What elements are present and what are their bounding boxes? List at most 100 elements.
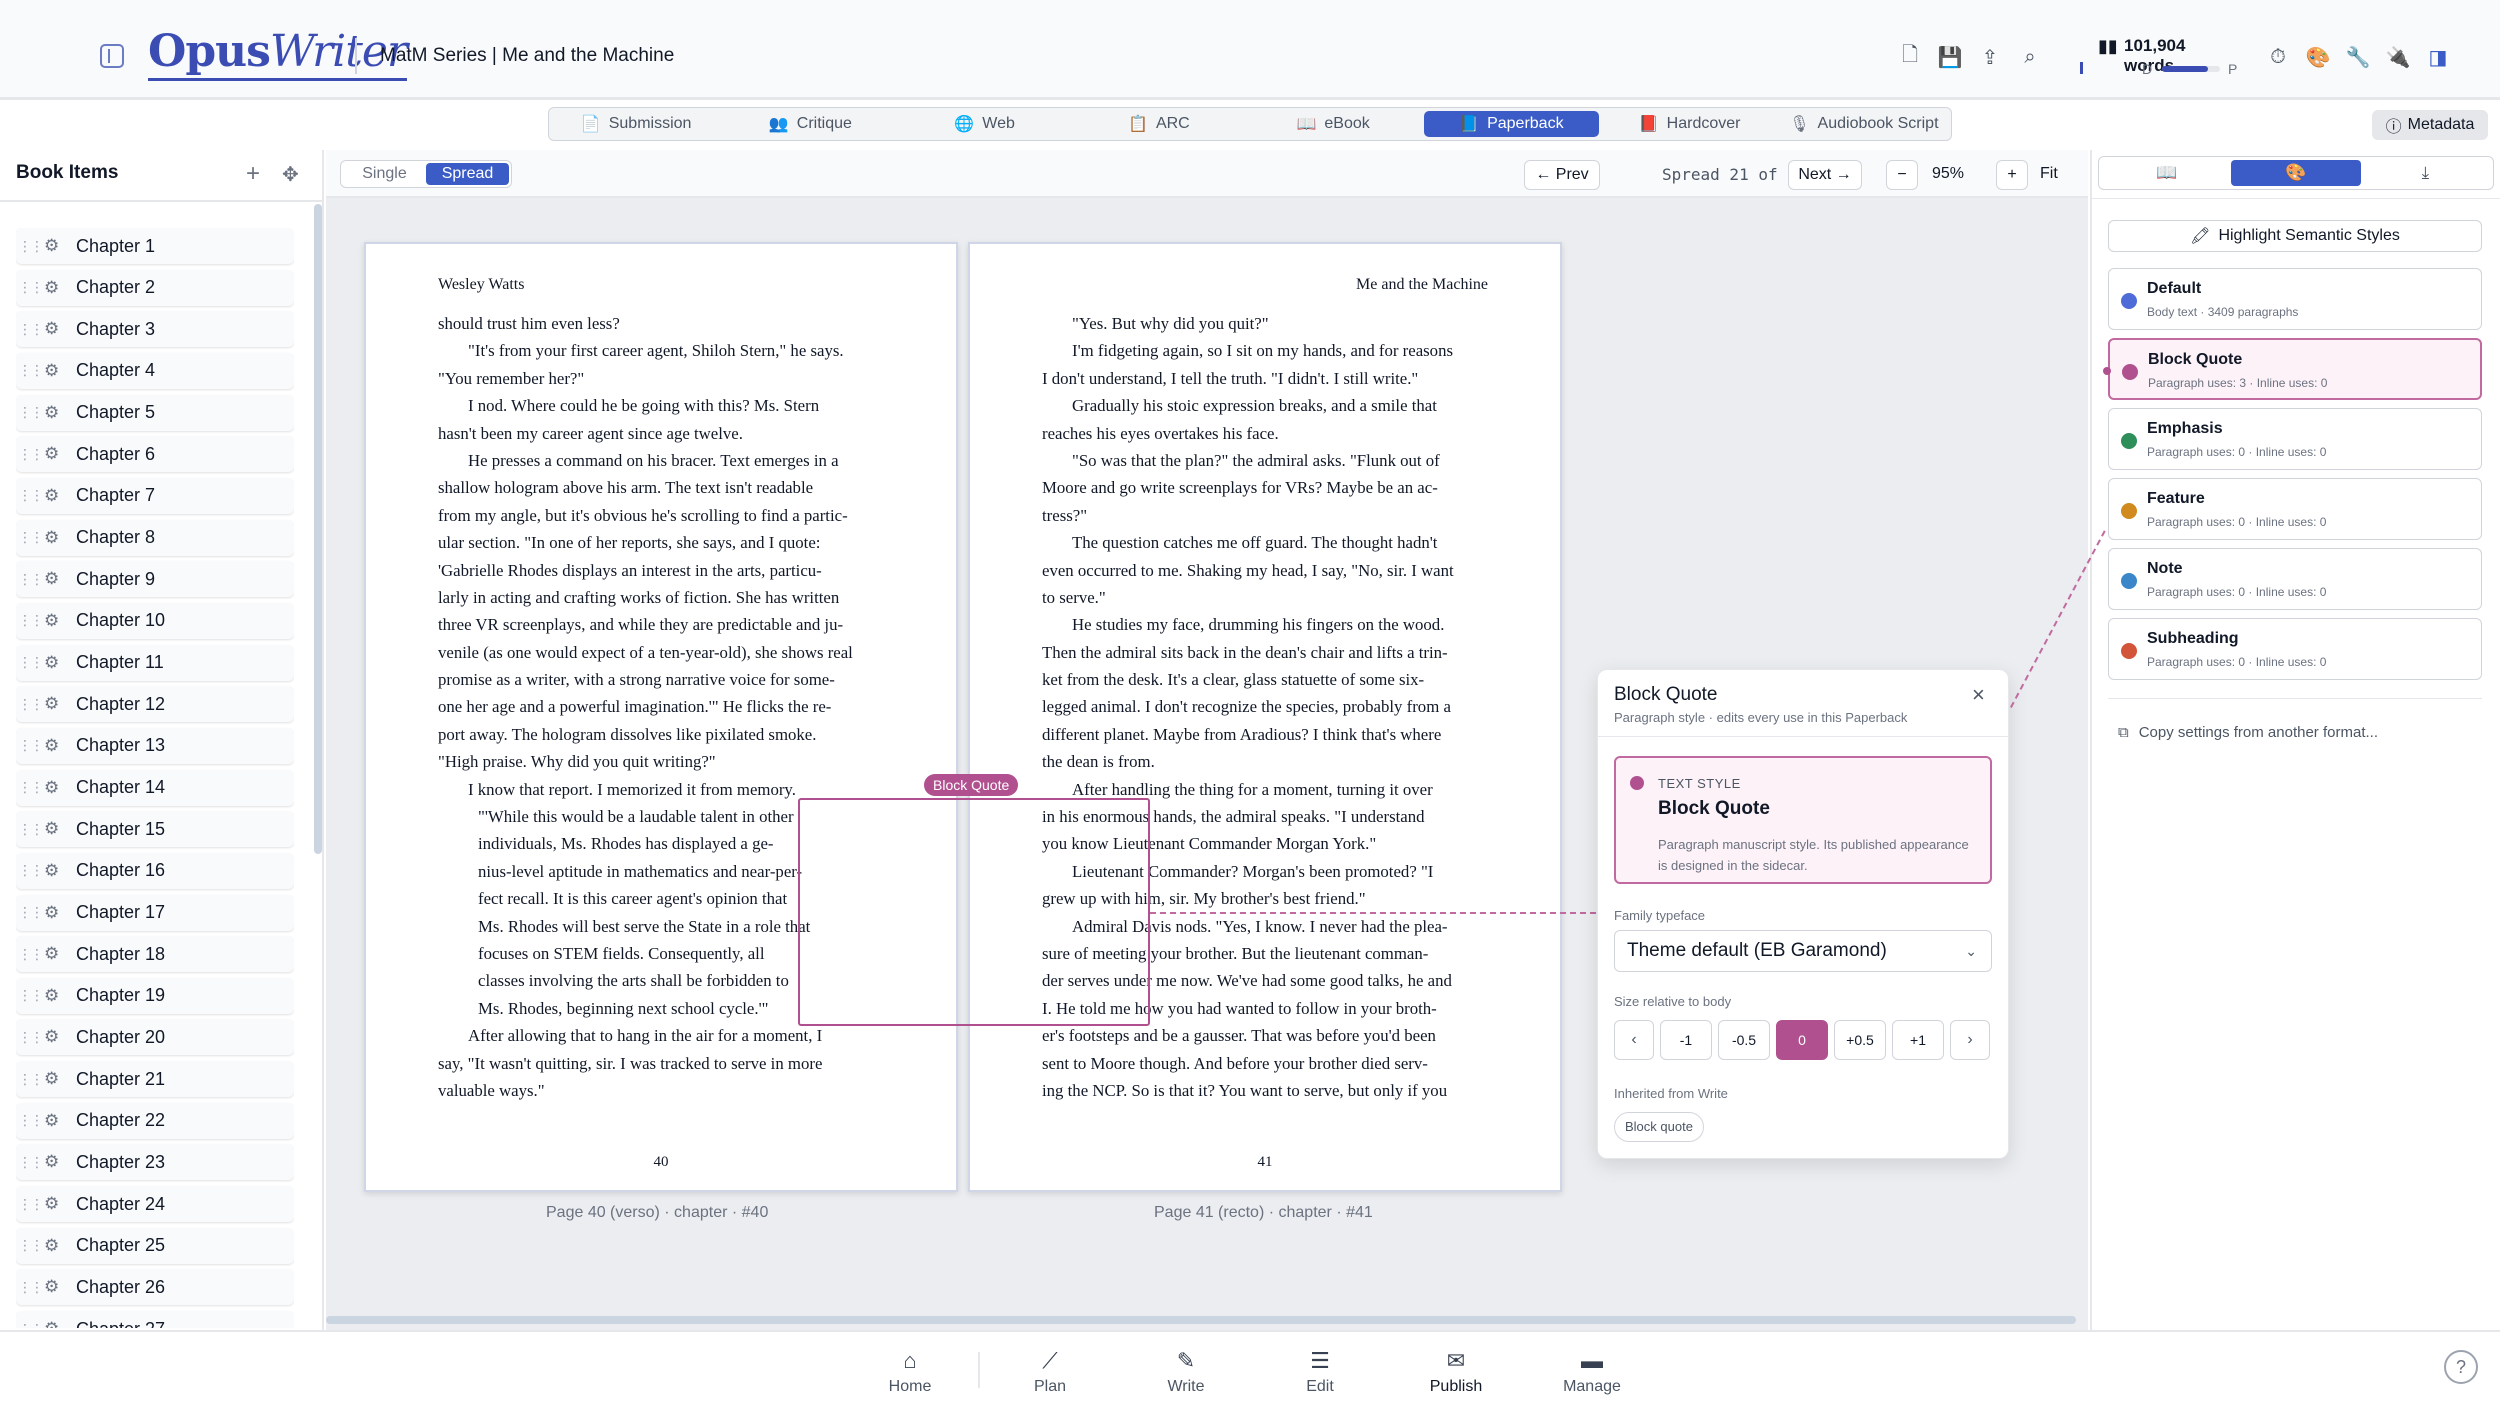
block-quote-tag[interactable]: Block Quote bbox=[924, 774, 1019, 796]
save-icon[interactable]: 💾 bbox=[1930, 42, 1970, 72]
gear-icon[interactable]: ⚙ bbox=[44, 486, 68, 506]
tab-ebook[interactable]: 📖 eBook bbox=[1246, 108, 1420, 140]
style-item-emphasis[interactable]: Emphasis Paragraph uses: 0 · Inline uses:… bbox=[2108, 408, 2482, 470]
drag-handle-icon[interactable]: ⋮⋮ bbox=[16, 1196, 44, 1213]
gear-icon[interactable]: ⚙ bbox=[44, 903, 68, 923]
drag-handle-icon[interactable]: ⋮⋮ bbox=[16, 696, 44, 713]
new-file-icon[interactable]: 🗋 bbox=[1890, 42, 1930, 72]
timer-icon[interactable]: ⏱ bbox=[2258, 42, 2298, 72]
style-item-feature[interactable]: Feature Paragraph uses: 0 · Inline uses: … bbox=[2108, 478, 2482, 540]
nav-publish[interactable]: ✉ Publish bbox=[1406, 1348, 1506, 1396]
sidebar-scrollbar[interactable] bbox=[314, 204, 322, 854]
sidebar-item-chapter[interactable]: ⋮⋮ ⚙ Chapter 17 bbox=[16, 894, 294, 931]
sidebar-item-chapter[interactable]: ⋮⋮ ⚙ Chapter 25 bbox=[16, 1227, 294, 1264]
sidebar-item-chapter[interactable]: ⋮⋮ ⚙ Chapter 19 bbox=[16, 977, 294, 1014]
drag-handle-icon[interactable]: ⋮⋮ bbox=[16, 654, 44, 671]
gear-icon[interactable]: ⚙ bbox=[44, 778, 68, 798]
tab-paperback[interactable]: 📘 Paperback bbox=[1424, 111, 1599, 137]
word-count-widget[interactable]: ▮▮ 101,904 words D P bbox=[2080, 34, 2240, 78]
help-icon[interactable]: ? bbox=[2444, 1350, 2478, 1384]
sidebar-item-chapter[interactable]: ⋮⋮ ⚙ Chapter 11 bbox=[16, 644, 294, 681]
gear-icon[interactable]: ⚙ bbox=[44, 1236, 68, 1256]
tab-audiobook-script[interactable]: 🎙 Audiobook Script bbox=[1777, 108, 1951, 140]
drag-handle-icon[interactable]: ⋮⋮ bbox=[16, 904, 44, 921]
sidebar-item-chapter[interactable]: ⋮⋮ ⚙ Chapter 13 bbox=[16, 727, 294, 764]
sidebar-item-chapter[interactable]: ⋮⋮ ⚙ Chapter 7 bbox=[16, 477, 294, 514]
highlight-styles-button[interactable]: 🖍 Highlight Semantic Styles bbox=[2108, 220, 2482, 252]
plug-icon[interactable]: 🔌 bbox=[2378, 42, 2418, 72]
gear-icon[interactable]: ⚙ bbox=[44, 278, 68, 298]
upload-icon[interactable]: ⇪ bbox=[1970, 42, 2010, 72]
gear-icon[interactable]: ⚙ bbox=[44, 1277, 68, 1297]
sidebar-item-chapter[interactable]: ⋮⋮ ⚙ Chapter 22 bbox=[16, 1102, 294, 1139]
sidebar-item-chapter[interactable]: ⋮⋮ ⚙ Chapter 24 bbox=[16, 1186, 294, 1223]
sidebar-item-chapter[interactable]: ⋮⋮ ⚙ Chapter 2 bbox=[16, 269, 294, 306]
add-item-icon[interactable]: + bbox=[246, 160, 260, 188]
nav-home[interactable]: ⌂ Home bbox=[860, 1348, 960, 1396]
tab-web[interactable]: 🌐 Web bbox=[898, 108, 1072, 140]
sidebar-item-chapter[interactable]: ⋮⋮ ⚙ Chapter 20 bbox=[16, 1019, 294, 1056]
gear-icon[interactable]: ⚙ bbox=[44, 986, 68, 1006]
sidebar-item-chapter[interactable]: ⋮⋮ ⚙ Chapter 21 bbox=[16, 1061, 294, 1098]
sidebar-item-chapter[interactable]: ⋮⋮ ⚙ Chapter 18 bbox=[16, 936, 294, 973]
drag-handle-icon[interactable]: ⋮⋮ bbox=[16, 1029, 44, 1046]
gear-icon[interactable]: ⚙ bbox=[44, 444, 68, 464]
sidebar-item-chapter[interactable]: ⋮⋮ ⚙ Chapter 3 bbox=[16, 311, 294, 348]
gear-icon[interactable]: ⚙ bbox=[44, 569, 68, 589]
gear-icon[interactable]: ⚙ bbox=[44, 236, 68, 256]
gear-icon[interactable]: ⚙ bbox=[44, 1069, 68, 1089]
drag-handle-icon[interactable]: ⋮⋮ bbox=[16, 779, 44, 796]
gear-icon[interactable]: ⚙ bbox=[44, 1152, 68, 1172]
nav-edit[interactable]: ☰ Edit bbox=[1270, 1348, 1370, 1396]
gear-icon[interactable]: ⚙ bbox=[44, 653, 68, 673]
zoom-in-button[interactable]: + bbox=[1996, 160, 2028, 190]
drag-handle-icon[interactable]: ⋮⋮ bbox=[16, 1237, 44, 1254]
drag-handle-icon[interactable]: ⋮⋮ bbox=[16, 321, 44, 338]
horizontal-scrollbar[interactable] bbox=[326, 1316, 2076, 1324]
view-single-button[interactable]: Single bbox=[343, 163, 426, 185]
nav-plan[interactable]: ⟋ Plan bbox=[1000, 1348, 1100, 1396]
tab-hardcover[interactable]: 📕 Hardcover bbox=[1603, 108, 1777, 140]
gear-icon[interactable]: ⚙ bbox=[44, 694, 68, 714]
view-spread-button[interactable]: Spread bbox=[426, 163, 509, 185]
book-icon[interactable]: 📖 bbox=[2102, 160, 2231, 186]
search-icon[interactable]: ⌕ bbox=[2010, 42, 2050, 72]
next-button[interactable]: Next → bbox=[1788, 160, 1862, 190]
gear-icon[interactable]: ⚙ bbox=[44, 944, 68, 964]
drag-handle-icon[interactable]: ⋮⋮ bbox=[16, 487, 44, 504]
copy-settings-link[interactable]: ⧉ Copy settings from another format... bbox=[2118, 724, 2378, 741]
gear-icon[interactable]: ⚙ bbox=[44, 528, 68, 548]
gear-icon[interactable]: ⚙ bbox=[44, 819, 68, 839]
nav-manage[interactable]: ▬ Manage bbox=[1542, 1348, 1642, 1396]
gear-icon[interactable]: ⚙ bbox=[44, 319, 68, 339]
gear-icon[interactable]: ⚙ bbox=[44, 736, 68, 756]
drag-handle-icon[interactable]: ⋮⋮ bbox=[16, 862, 44, 879]
close-icon[interactable]: × bbox=[1972, 682, 1985, 708]
size-option[interactable]: +0.5 bbox=[1834, 1020, 1886, 1060]
inherited-chip[interactable]: Block quote bbox=[1614, 1112, 1704, 1142]
size-option[interactable]: 0 bbox=[1776, 1020, 1828, 1060]
gear-icon[interactable]: ⚙ bbox=[44, 361, 68, 381]
drag-handle-icon[interactable]: ⋮⋮ bbox=[16, 1112, 44, 1129]
size-option[interactable]: -0.5 bbox=[1718, 1020, 1770, 1060]
fit-button[interactable]: Fit bbox=[2040, 165, 2058, 183]
sidebar-item-chapter[interactable]: ⋮⋮ ⚙ Chapter 15 bbox=[16, 811, 294, 848]
tab-submission[interactable]: 📄 Submission bbox=[549, 108, 723, 140]
drag-handle-icon[interactable]: ⋮⋮ bbox=[16, 1279, 44, 1296]
style-item-default[interactable]: Default Body text · 3409 paragraphs bbox=[2108, 268, 2482, 330]
sidebar-item-chapter[interactable]: ⋮⋮ ⚙ Chapter 16 bbox=[16, 852, 294, 889]
palette-icon[interactable]: 🎨 bbox=[2298, 42, 2338, 72]
gear-icon[interactable]: ⚙ bbox=[44, 1194, 68, 1214]
gear-icon[interactable]: ⚙ bbox=[44, 611, 68, 631]
drag-handle-icon[interactable]: ⋮⋮ bbox=[16, 1154, 44, 1171]
metadata-button[interactable]: ⓘ Metadata bbox=[2372, 110, 2488, 140]
style-item-note[interactable]: Note Paragraph uses: 0 · Inline uses: 0 bbox=[2108, 548, 2482, 610]
sidebar-item-chapter[interactable]: ⋮⋮ ⚙ Chapter 14 bbox=[16, 769, 294, 806]
sidebar-item-chapter[interactable]: ⋮⋮ ⚙ Chapter 4 bbox=[16, 352, 294, 389]
gear-icon[interactable]: ⚙ bbox=[44, 861, 68, 881]
wrench-icon[interactable]: 🔧 bbox=[2338, 42, 2378, 72]
style-item-block-quote[interactable]: Block Quote Paragraph uses: 3 · Inline us… bbox=[2108, 338, 2482, 400]
style-item-subheading[interactable]: Subheading Paragraph uses: 0 · Inline use… bbox=[2108, 618, 2482, 680]
sidebar-toggle-icon[interactable] bbox=[100, 44, 124, 68]
prev-button[interactable]: ← Prev bbox=[1524, 160, 1600, 190]
